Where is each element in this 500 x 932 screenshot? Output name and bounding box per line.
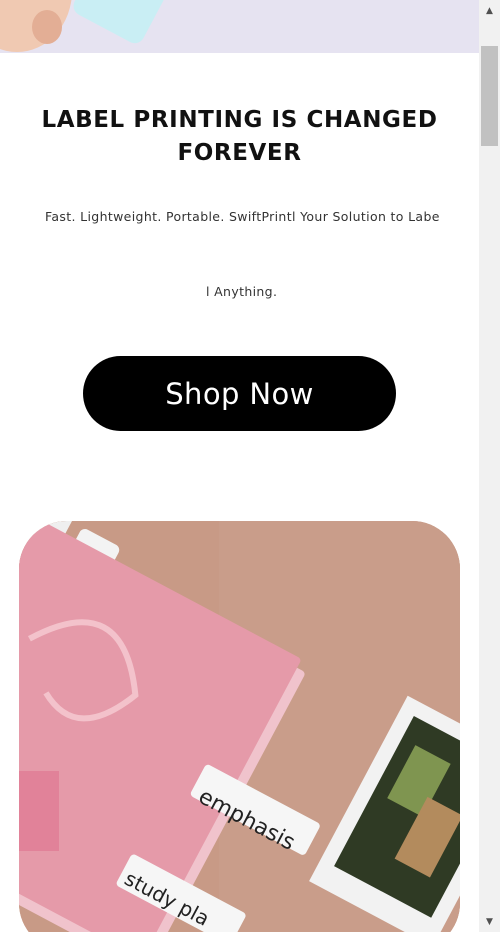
section-title: LABEL PRINTING IS CHANGED FOREVER [41,107,438,166]
page-viewport: LABEL PRINTING IS CHANGED FOREVER Fast. … [0,0,479,932]
shop-now-button[interactable]: Shop Now [83,356,396,431]
scroll-up-arrow-icon[interactable]: ▲ [479,2,500,19]
scroll-down-arrow-icon[interactable]: ▼ [479,913,500,930]
description-line-2: l Anything. [206,284,278,299]
hand-illustration [0,0,72,52]
product-image: C B emphasis study pla [19,521,460,932]
vertical-scrollbar[interactable]: ▲ ▼ [479,0,500,932]
scrollbar-thumb[interactable] [481,46,498,146]
printer-device-illustration [70,0,168,47]
hero-image [0,0,479,53]
product-photo-illustration: C B emphasis study pla [19,521,460,932]
description-line-1: Fast. Lightweight. Portable. SwiftPrintl… [45,209,440,224]
